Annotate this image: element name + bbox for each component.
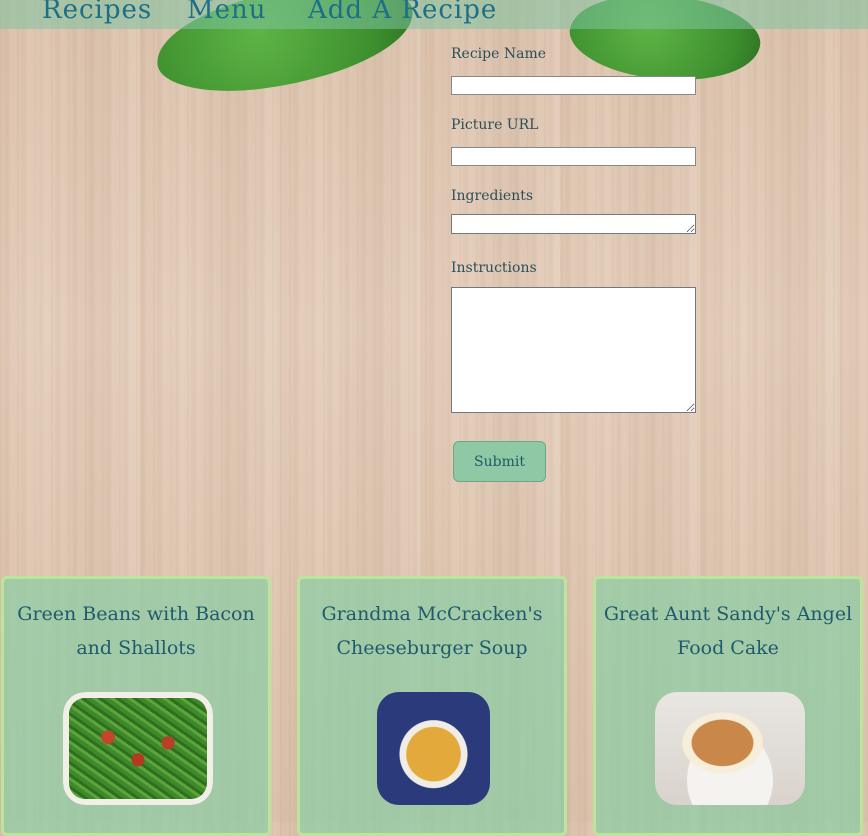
instructions-textarea[interactable] <box>451 287 696 413</box>
nav-link-recipes[interactable]: Recipes <box>42 0 152 25</box>
navbar: Recipes Menu Add A Recipe <box>0 0 868 29</box>
recipe-photo-cheeseburger-soup <box>377 692 490 805</box>
instructions-label: Instructions <box>451 260 537 276</box>
recipe-card-title: Green Beans with Bacon and Shallots <box>17 603 255 659</box>
recipe-card[interactable]: Grandma McCracken's Cheeseburger Soup <box>297 576 567 836</box>
ingredients-textarea[interactable] <box>451 214 696 234</box>
nav-link-menu[interactable]: Menu <box>187 0 267 25</box>
recipe-card-title: Grandma McCracken's Cheeseburger Soup <box>321 603 543 659</box>
submit-button[interactable]: Submit <box>453 441 546 482</box>
nav-link-add-recipe[interactable]: Add A Recipe <box>308 0 497 25</box>
recipe-name-input[interactable] <box>451 76 696 95</box>
recipe-photo-green-beans <box>63 692 213 805</box>
recipe-card[interactable]: Great Aunt Sandy's Angel Food Cake <box>593 576 863 836</box>
recipe-name-label: Recipe Name <box>451 46 546 62</box>
recipe-card-title: Great Aunt Sandy's Angel Food Cake <box>603 603 853 659</box>
picture-url-label: Picture URL <box>451 117 539 133</box>
recipe-card[interactable]: Green Beans with Bacon and Shallots <box>1 576 271 836</box>
recipe-photo-angel-food-cake <box>655 692 805 805</box>
picture-url-input[interactable] <box>451 147 696 166</box>
ingredients-label: Ingredients <box>451 188 534 204</box>
